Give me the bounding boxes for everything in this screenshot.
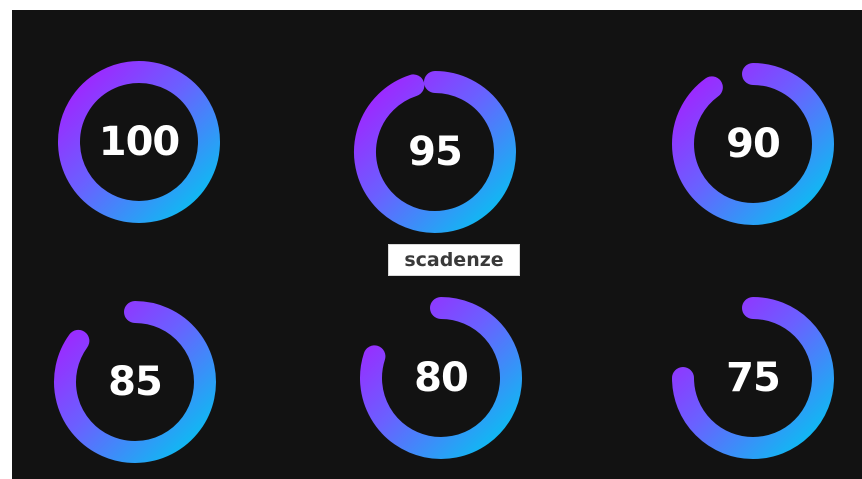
- gauge-value: 90: [726, 121, 781, 167]
- tooltip: scadenze: [388, 244, 520, 276]
- gauge-90: 90: [668, 59, 838, 229]
- gauge-value: 95: [408, 129, 463, 175]
- gauge-75: 75: [668, 293, 838, 463]
- gauge-100: 100: [54, 57, 224, 227]
- gauge-value: 80: [414, 355, 469, 401]
- gauge-value: 75: [726, 355, 781, 401]
- gauge-85: 85: [50, 297, 220, 467]
- gauge-value: 100: [98, 119, 181, 165]
- gauge-80: 80: [356, 293, 526, 463]
- gauge-value: 85: [108, 359, 163, 405]
- gauge-95: 95: [350, 67, 520, 237]
